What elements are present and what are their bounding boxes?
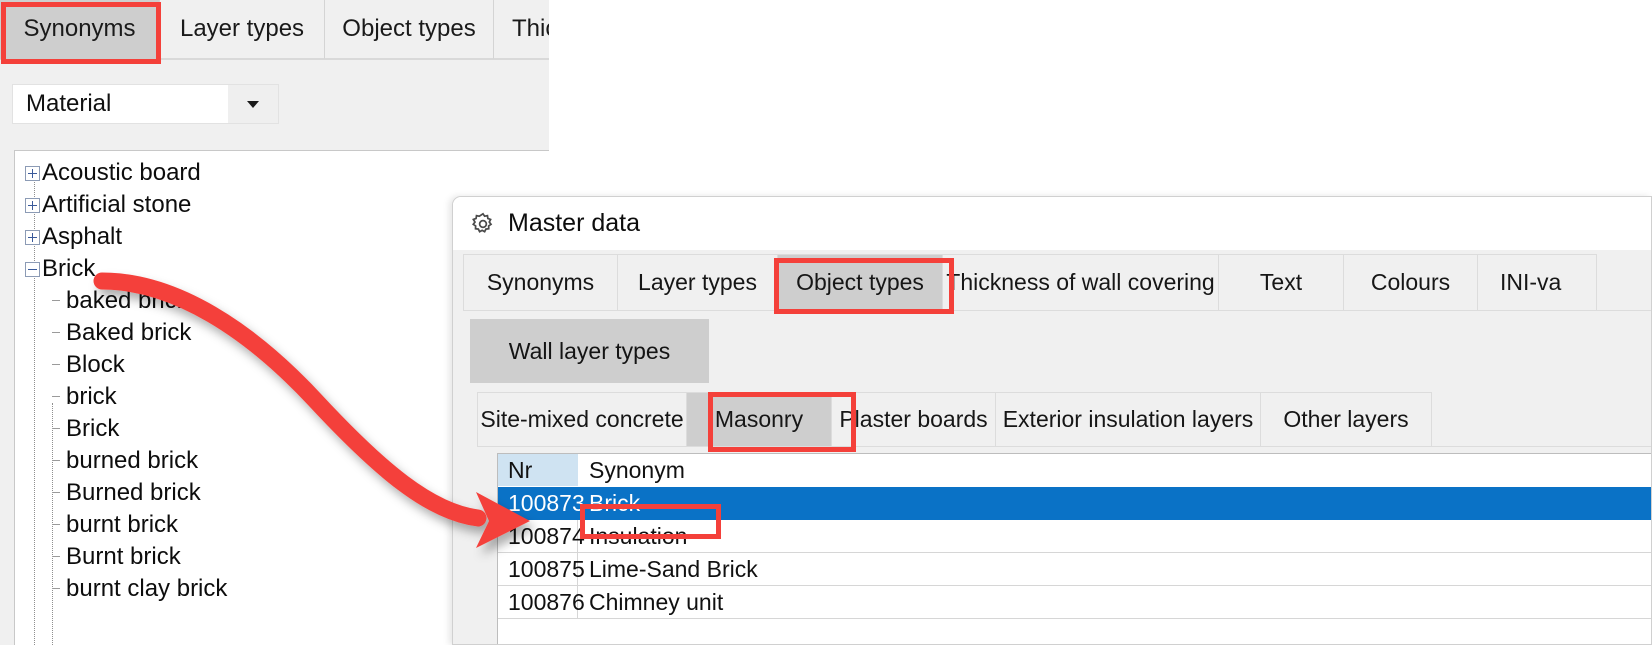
tree-node-label: Asphalt: [42, 223, 123, 250]
tab-label: Layer types: [179, 15, 305, 42]
cell-synonym: Insulation: [589, 522, 688, 549]
tab-label: Masonry: [714, 406, 804, 432]
back-window-tabbar: Synonyms Layer types Object types Thickn…: [0, 0, 549, 60]
tab-synonyms[interactable]: Synonyms: [463, 254, 618, 310]
tab-label: Layer types: [638, 269, 757, 295]
tree-node-label: Artificial stone: [42, 191, 192, 218]
expand-icon[interactable]: [25, 197, 40, 213]
column-header-synonym[interactable]: Synonym: [578, 454, 1651, 486]
material-combobox[interactable]: Material: [12, 84, 279, 124]
tree-branch-icon: [52, 364, 60, 365]
tree-node-label: Brick: [66, 415, 120, 442]
tab-object-types-back[interactable]: Object types: [325, 0, 494, 59]
tab-label: Thickness of wall covering: [512, 15, 549, 42]
dialog-title: Master data: [508, 209, 641, 237]
cell-synonym: Lime-Sand Brick: [589, 555, 758, 582]
tree-node-label: Baked brick: [66, 319, 192, 346]
tab-site-mixed-concrete[interactable]: Site-mixed concrete: [477, 392, 687, 446]
cell-nr: 100876: [498, 586, 585, 618]
tree-node-label: Acoustic board: [42, 159, 201, 186]
tab-text[interactable]: Text: [1218, 254, 1344, 310]
tab-label: Exterior insulation layers: [1002, 406, 1254, 432]
tree-node-label: baked brick: [66, 287, 189, 314]
tree-branch-icon: [52, 428, 60, 429]
tab-plaster-boards[interactable]: Plaster boards: [831, 392, 996, 446]
table-row[interactable]: 100876 Chimney unit: [498, 586, 1651, 619]
tabs-group: Wall layer types: [470, 319, 709, 383]
tab-object-types[interactable]: Object types: [777, 254, 943, 310]
tree-branch-icon: [52, 492, 60, 493]
tree-branch-icon: [52, 588, 60, 589]
cell-nr: 100873: [498, 487, 585, 519]
tab-layer-types[interactable]: Layer types: [617, 254, 778, 310]
tab-label: Plaster boards: [839, 406, 988, 432]
gear-icon: [470, 211, 496, 237]
table-row[interactable]: 100875 Lime-Sand Brick: [498, 553, 1651, 586]
column-header-nr[interactable]: Nr: [498, 454, 578, 486]
tab-masonry[interactable]: Masonry: [686, 392, 832, 446]
tab-label: Other layers: [1283, 406, 1409, 432]
tabs-level2: Site-mixed concrete Masonry Plaster boar…: [477, 392, 1651, 447]
cell-nr: 100875: [498, 553, 585, 585]
chevron-down-icon[interactable]: [228, 85, 278, 123]
tab-label: Wall layer types: [508, 337, 671, 364]
tab-label: Site-mixed concrete: [480, 406, 684, 432]
cell-nr: 100874: [498, 520, 585, 552]
tab-other-layers[interactable]: Other layers: [1260, 392, 1432, 446]
cell-synonym: Chimney unit: [589, 588, 724, 615]
tree-node-label: burnt brick: [66, 511, 179, 538]
tab-label: Synonyms: [23, 15, 136, 42]
tree-branch-icon: [52, 332, 60, 333]
tab-label: Object types: [342, 15, 476, 42]
table-row[interactable]: 100873 Brick: [498, 487, 1651, 520]
tabs-level1: Synonyms Layer types Object types Thickn…: [463, 254, 1651, 311]
tree-node-label: brick: [66, 383, 117, 410]
tab-label: Thickness of wall covering: [946, 269, 1215, 295]
tree-node-acoustic-board[interactable]: Acoustic board: [15, 157, 549, 189]
dialog-body: Synonyms Layer types Object types Thickn…: [453, 250, 1651, 644]
tab-label: Synonyms: [486, 269, 595, 295]
tree-branch-icon: [52, 396, 60, 397]
tree-node-label: burnt clay brick: [66, 575, 228, 602]
tree-branch-icon: [52, 300, 60, 301]
tree-node-label: Block: [66, 351, 125, 378]
master-data-dialog: Master data Synonyms Layer types Object …: [452, 196, 1652, 645]
tab-synonyms-back[interactable]: Synonyms: [0, 0, 160, 59]
expand-icon[interactable]: [25, 165, 40, 181]
tab-exterior-insulation-layers[interactable]: Exterior insulation layers: [995, 392, 1261, 446]
tree-branch-icon: [52, 524, 60, 525]
tab-label: Colours: [1370, 269, 1451, 295]
tree-branch-icon: [52, 556, 60, 557]
tree-branch-icon: [52, 460, 60, 461]
tree-node-label: Burnt brick: [66, 543, 181, 570]
dialog-titlebar: Master data: [453, 197, 1651, 250]
tab-colours[interactable]: Colours: [1343, 254, 1478, 310]
synonyms-grid[interactable]: Nr Synonym 100873 Brick 100874 Insulatio…: [497, 453, 1651, 644]
tab-ini-values[interactable]: INI-va: [1477, 254, 1597, 310]
tab-label: Text: [1259, 269, 1303, 295]
tab-thickness-of-wall-covering-back[interactable]: Thickness of wall covering: [494, 0, 549, 59]
grid-header-row: Nr Synonym: [498, 454, 1651, 487]
tab-label: INI-va: [1500, 269, 1562, 295]
table-row[interactable]: 100874 Insulation: [498, 520, 1651, 553]
expand-icon[interactable]: [25, 229, 40, 245]
collapse-icon[interactable]: [25, 261, 40, 277]
tab-layer-types-back[interactable]: Layer types: [160, 0, 325, 59]
tree-node-label: burned brick: [66, 447, 199, 474]
tab-wall-layer-types[interactable]: Wall layer types: [470, 319, 709, 383]
tab-thickness-of-wall-covering[interactable]: Thickness of wall covering: [942, 254, 1219, 310]
material-combobox-value: Material: [26, 90, 112, 117]
tab-label: Object types: [796, 269, 924, 295]
tree-node-label: Burned brick: [66, 479, 201, 506]
tree-node-label: Brick: [42, 255, 96, 282]
cell-synonym: Brick: [589, 489, 641, 516]
